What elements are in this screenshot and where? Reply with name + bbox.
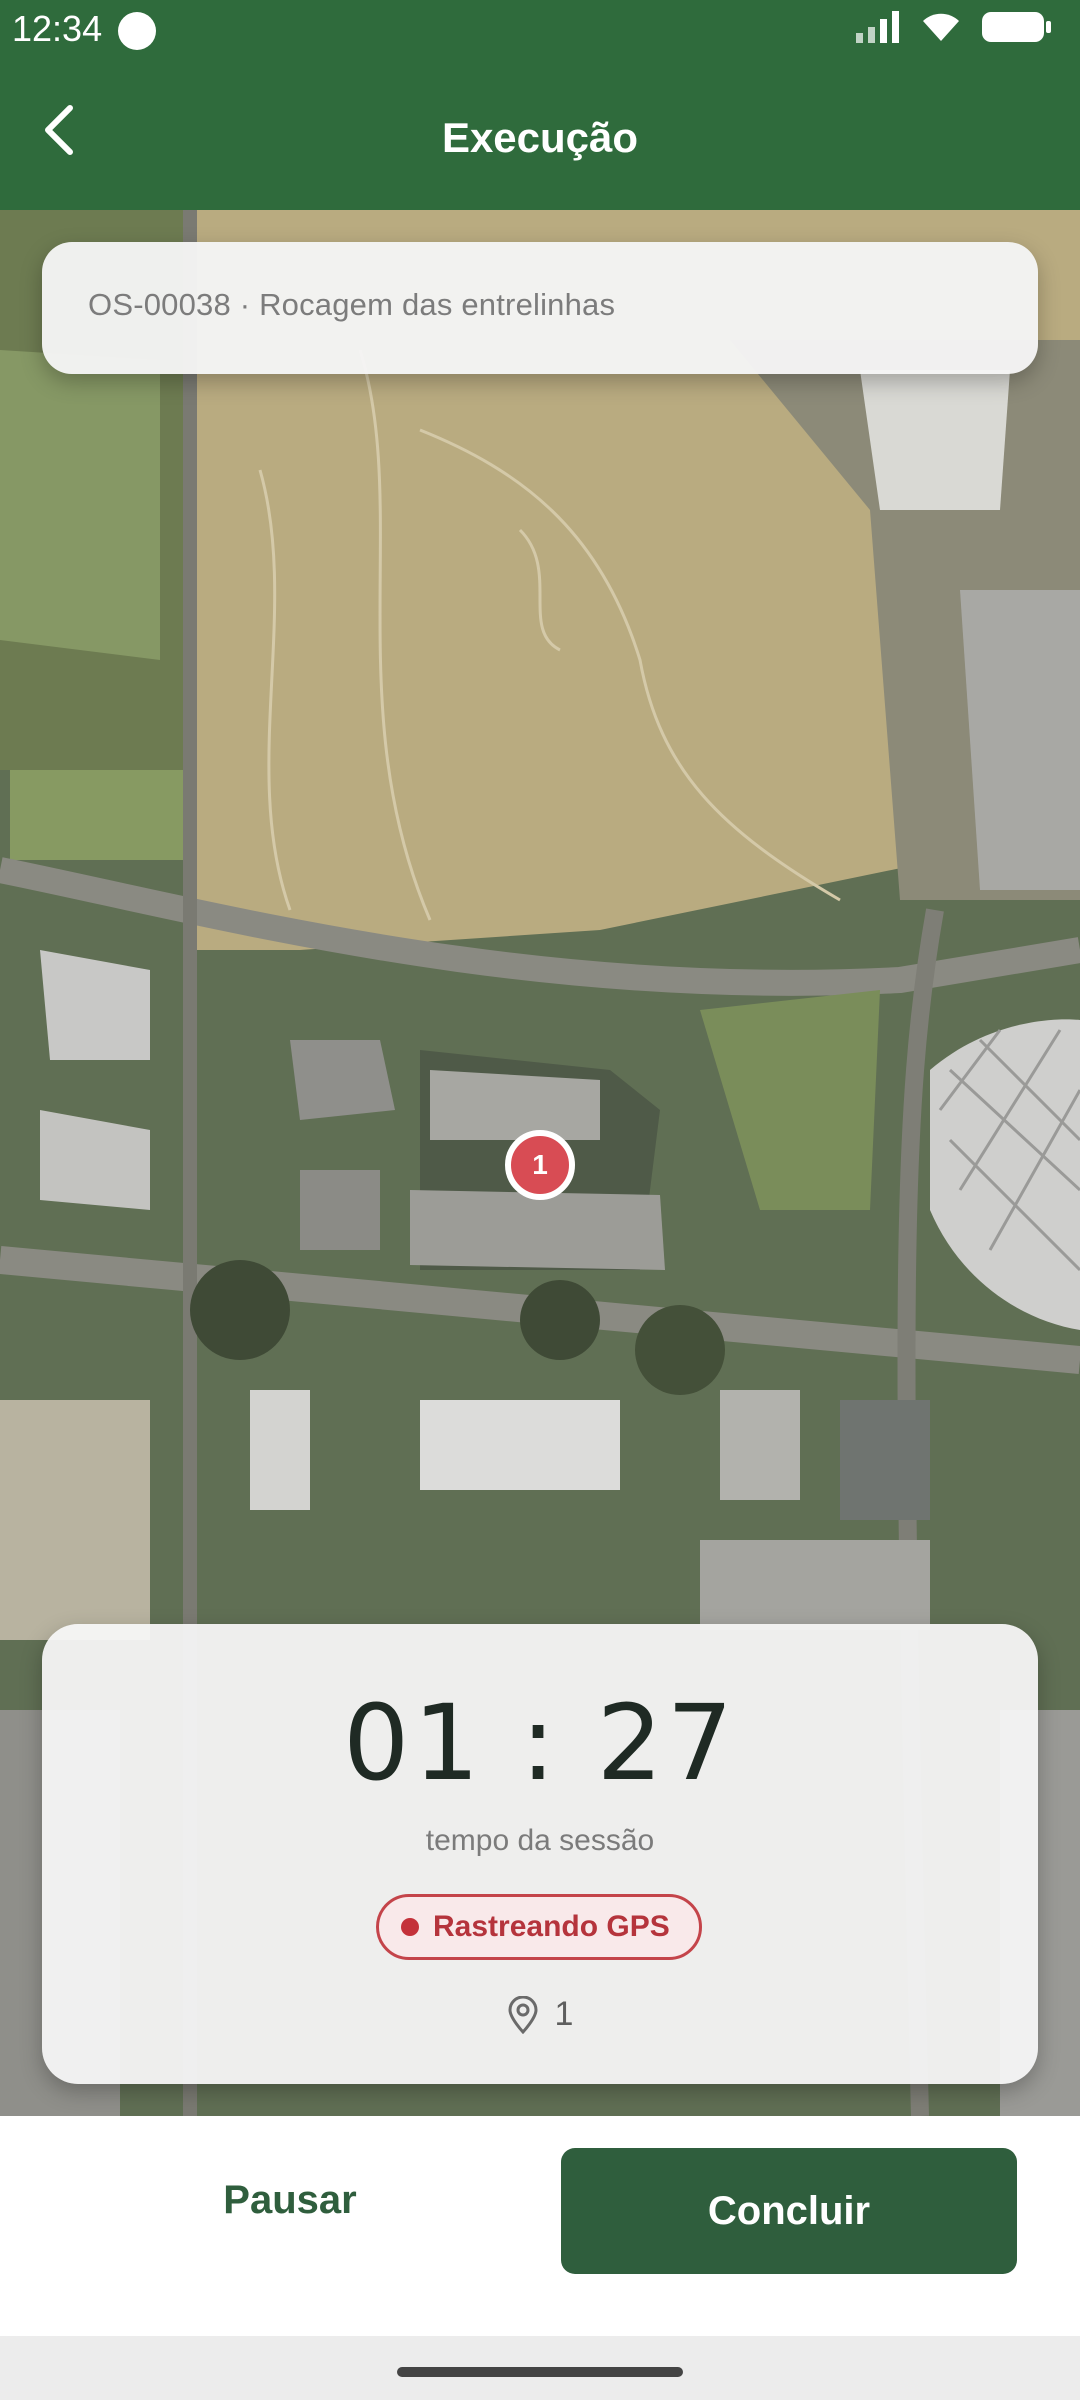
page-title: Execução bbox=[441, 114, 639, 161]
session-timer: 01 : 27 bbox=[343, 1682, 737, 1804]
wifi-icon bbox=[923, 13, 959, 41]
session-card: 01 : 27 tempo da sessão Rastreando GPS 1 bbox=[42, 1624, 1038, 2084]
signal-icon bbox=[856, 11, 899, 43]
battery-icon bbox=[982, 12, 1051, 42]
order-card: OS-00038 · Rocagem das entrelinhas bbox=[42, 242, 1038, 374]
status-bar: 12:34 bbox=[0, 0, 1080, 62]
recording-dot-icon bbox=[401, 1918, 419, 1936]
conclude-button[interactable]: Concluir bbox=[561, 2148, 1017, 2274]
recording-indicator bbox=[118, 12, 156, 50]
gps-status-label: Rastreando GPS bbox=[433, 1910, 670, 1943]
points-count: 1 bbox=[42, 1995, 1038, 2034]
home-indicator[interactable] bbox=[397, 2367, 683, 2377]
location-pin-icon bbox=[508, 1995, 538, 2034]
action-bar: Pausar Concluir bbox=[0, 2116, 1080, 2336]
order-label: OS-00038 · Rocagem das entrelinhas bbox=[88, 287, 616, 322]
app-bar: Execução bbox=[0, 62, 1080, 210]
pause-button[interactable]: Pausar bbox=[140, 2178, 440, 2223]
status-time: 12:34 bbox=[12, 8, 103, 49]
map-marker[interactable]: 1 bbox=[505, 1130, 575, 1200]
points-value: 1 bbox=[554, 1995, 574, 2033]
timer-caption: tempo da sessão bbox=[425, 1824, 655, 1857]
gps-status-badge: Rastreando GPS bbox=[376, 1894, 702, 1960]
